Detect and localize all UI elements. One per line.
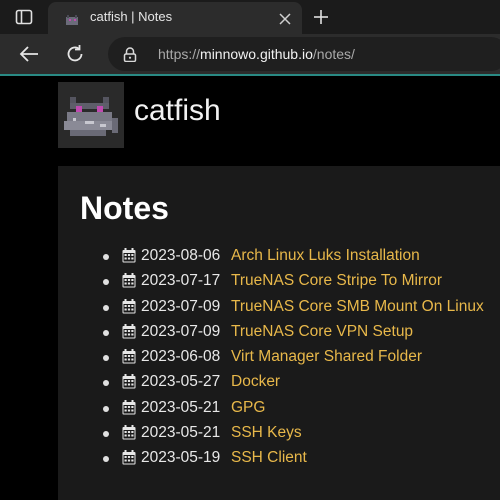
note-date: 2023-07-17 [141, 272, 221, 290]
note-item: 2023-05-21 SSH Keys [58, 423, 500, 448]
list-bullet [103, 355, 109, 362]
page-viewport: catfish Notes 2023-08-06 Arch Linux Luks … [0, 76, 500, 500]
sidebar-toggle-icon[interactable] [15, 8, 33, 26]
list-bullet [103, 380, 109, 387]
note-item: 2023-07-17 TrueNAS Core Stripe To Mirror [58, 271, 500, 296]
note-link[interactable]: GPG [231, 398, 265, 418]
close-tab-icon[interactable] [278, 11, 292, 25]
calendar-icon [122, 425, 136, 440]
site-logo[interactable] [58, 82, 124, 148]
note-link[interactable]: Virt Manager Shared Folder [231, 347, 422, 367]
calendar-icon [122, 323, 136, 339]
note-item: 2023-05-27 Docker [58, 372, 500, 397]
calendar-icon [122, 349, 136, 364]
list-bullet [103, 279, 109, 286]
note-link[interactable]: SSH Keys [231, 423, 302, 443]
address-bar: https://minnowo.github.io/notes/ [0, 34, 500, 74]
note-date: 2023-05-21 [141, 398, 221, 416]
calendar-icon [122, 298, 136, 314]
note-link[interactable]: Arch Linux Luks Installation [231, 246, 420, 266]
note-link[interactable]: TrueNAS Core Stripe To Mirror [231, 271, 442, 291]
note-date: 2023-07-09 [141, 322, 221, 340]
list-bullet [103, 456, 109, 463]
calendar-icon [122, 374, 136, 389]
list-bullet [103, 254, 109, 260]
note-item: 2023-06-08 Virt Manager Shared Folder [58, 347, 500, 372]
calendar-icon [122, 273, 136, 288]
note-item: 2023-05-21 GPG [58, 398, 500, 423]
active-tab[interactable]: catfish | Notes [48, 2, 302, 34]
note-item: 2023-07-09 TrueNAS Core VPN Setup [58, 322, 500, 347]
note-item: 2023-05-19 SSH Client [58, 448, 500, 473]
note-date: 2023-05-21 [141, 424, 221, 442]
note-date: 2023-06-08 [141, 348, 221, 366]
list-bullet [103, 304, 109, 311]
page-heading: Notes [80, 190, 169, 226]
note-date: 2023-08-06 [141, 247, 221, 264]
calendar-icon [122, 399, 136, 415]
note-item: 2023-07-09 TrueNAS Core SMB Mount On Linu… [58, 297, 500, 322]
note-date: 2023-07-09 [141, 297, 221, 315]
calendar-icon [122, 450, 136, 465]
note-link[interactable]: TrueNAS Core SMB Mount On Linux [231, 297, 484, 317]
url-host: minnowo.github.io [200, 46, 313, 62]
favicon-icon [64, 12, 80, 26]
lock-icon[interactable] [123, 47, 137, 63]
list-bullet [103, 405, 109, 412]
browser-tab-bar: catfish | Notes [0, 0, 500, 34]
new-tab-icon[interactable] [312, 8, 330, 26]
tab-title: catfish | Notes [90, 9, 173, 24]
reload-icon[interactable] [64, 43, 86, 65]
note-item: 2023-08-06 Arch Linux Luks Installation [58, 246, 500, 271]
note-link[interactable]: TrueNAS Core VPN Setup [231, 322, 413, 342]
list-bullet [103, 329, 109, 336]
main-content: Notes 2023-08-06 Arch Linux Luks Installa… [58, 166, 500, 500]
url-field[interactable]: https://minnowo.github.io/notes/ [108, 37, 500, 71]
calendar-icon [122, 248, 136, 263]
notes-list: 2023-08-06 Arch Linux Luks Installation 20… [58, 246, 500, 474]
list-bullet [103, 431, 109, 438]
note-date: 2023-05-27 [141, 373, 221, 391]
url-text: https://minnowo.github.io/notes/ [158, 46, 355, 62]
note-link[interactable]: SSH Client [231, 448, 307, 468]
url-scheme: https:// [158, 46, 201, 62]
site-title[interactable]: catfish [134, 94, 221, 128]
note-link[interactable]: Docker [231, 372, 280, 392]
url-path: /notes/ [312, 46, 355, 62]
note-date: 2023-05-19 [141, 449, 221, 467]
back-arrow-icon[interactable] [18, 44, 40, 64]
site-header: catfish [56, 76, 500, 156]
